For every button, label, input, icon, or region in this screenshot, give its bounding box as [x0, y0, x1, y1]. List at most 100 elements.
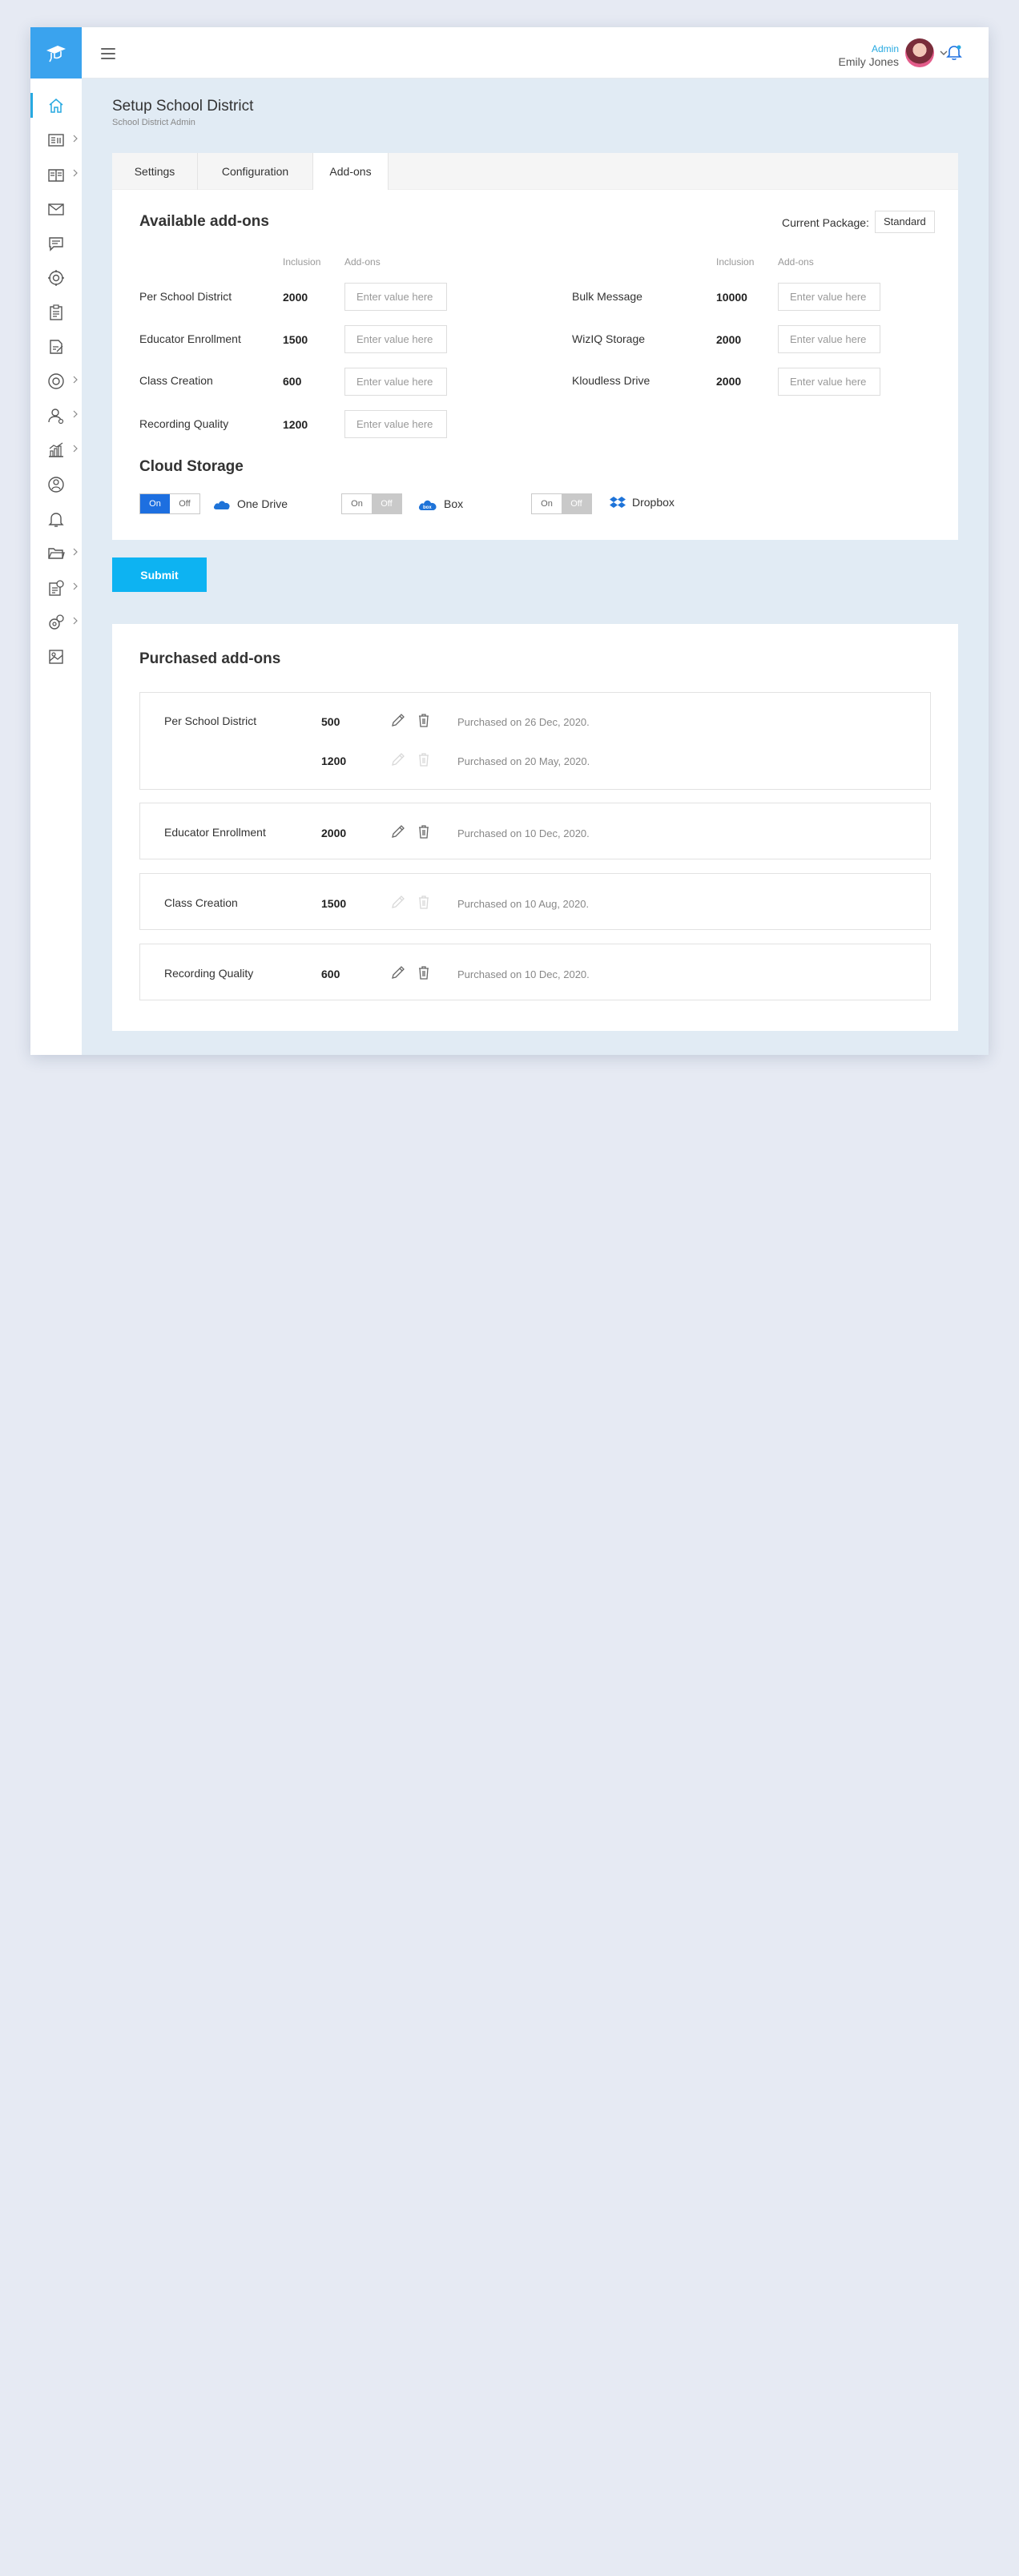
- addon-inclusion: 1500: [283, 333, 308, 346]
- addon-label: Kloudless Drive: [572, 374, 650, 387]
- purchased-date: Purchased on 10 Dec, 2020.: [457, 968, 590, 980]
- purchased-date: Purchased on 20 May, 2020.: [457, 755, 590, 767]
- addon-inclusion: 10000: [716, 291, 747, 304]
- chat-icon: [49, 236, 63, 252]
- addon-input-recording-quality[interactable]: [344, 410, 447, 438]
- purchased-date: Purchased on 26 Dec, 2020.: [457, 716, 590, 728]
- delete-icon: [419, 896, 429, 909]
- toggle-off: Off: [179, 499, 191, 509]
- sidebar-item-analytics[interactable]: [30, 433, 82, 467]
- addon-input-bulk-message[interactable]: [778, 283, 880, 311]
- sidebar-item-users[interactable]: [30, 398, 82, 433]
- settings-icon: [48, 269, 64, 286]
- purchased-date: Purchased on 10 Aug, 2020.: [457, 898, 590, 910]
- addon-label: Class Creation: [139, 374, 213, 387]
- addon-inclusion: 2000: [283, 291, 308, 304]
- tab-add-ons[interactable]: Add-ons: [313, 153, 389, 190]
- sidebar-item-courses[interactable]: [30, 123, 82, 157]
- sidebar-item-home[interactable]: [30, 88, 82, 123]
- dropbox-toggle[interactable]: On Off: [531, 493, 592, 514]
- current-package-select[interactable]: Standard: [875, 211, 935, 233]
- purchased-label: Per School District: [164, 714, 257, 727]
- delete-icon[interactable]: [416, 964, 432, 980]
- addon-inclusion: 2000: [716, 333, 742, 346]
- inclusion-header: Inclusion: [716, 256, 755, 268]
- notification-icon: [48, 512, 64, 527]
- toggle-off: Off: [372, 494, 401, 513]
- chevron-right-icon: [73, 548, 78, 556]
- sidebar-item-reports[interactable]: [30, 570, 82, 605]
- config-icon: [49, 614, 64, 630]
- inclusion-header: Inclusion: [283, 256, 321, 268]
- avatar[interactable]: [905, 38, 934, 67]
- addons-header: Add-ons: [778, 256, 814, 268]
- cloud-storage-title: Cloud Storage: [139, 458, 244, 475]
- purchased-value: 500: [321, 715, 340, 728]
- home-icon: [49, 98, 63, 113]
- box-toggle[interactable]: On Off: [341, 493, 402, 514]
- chevron-right-icon: [73, 169, 78, 177]
- user-name: Emily Jones: [838, 55, 899, 68]
- tab-configuration[interactable]: Configuration: [198, 153, 313, 190]
- submit-button[interactable]: Submit: [112, 557, 207, 592]
- addon-inclusion: 2000: [716, 375, 742, 388]
- sidebar-item-support[interactable]: [30, 467, 82, 501]
- edit-icon[interactable]: [390, 712, 406, 728]
- brand-logo[interactable]: [30, 27, 82, 78]
- report-icon: [49, 579, 64, 596]
- edit-icon[interactable]: [390, 823, 406, 839]
- sidebar-item-assignment[interactable]: [30, 329, 82, 364]
- sidebar-item-gallery[interactable]: [30, 639, 82, 674]
- addon-input-per-school-district[interactable]: [344, 283, 447, 311]
- chevron-right-icon: [73, 135, 78, 143]
- clipboard-icon: [50, 304, 62, 320]
- delete-icon[interactable]: [416, 823, 432, 839]
- addon-input-educator-enrollment[interactable]: [344, 325, 447, 353]
- sidebar-item-books[interactable]: [30, 157, 82, 191]
- purchased-value: 2000: [321, 827, 347, 839]
- sidebar-item-lifebuoy[interactable]: [30, 364, 82, 398]
- sidebar-item-mail[interactable]: [30, 191, 82, 226]
- user-icon: [48, 408, 64, 424]
- addon-input-wiziq-storage[interactable]: [778, 325, 880, 353]
- addon-inclusion: 600: [283, 375, 302, 388]
- sidebar-item-config[interactable]: [30, 605, 82, 639]
- hamburger-menu-icon[interactable]: [101, 48, 115, 59]
- purchased-value: 1500: [321, 897, 347, 910]
- chevron-right-icon: [73, 582, 78, 590]
- onedrive-toggle[interactable]: On Off: [139, 493, 200, 514]
- tab-settings[interactable]: Settings: [112, 153, 198, 190]
- box-icon: box: [418, 500, 437, 510]
- dropbox-label: Dropbox: [632, 496, 675, 509]
- purchased-card: Purchased add-ons Per School District 50…: [112, 624, 958, 1031]
- purchased-addons-title: Purchased add-ons: [139, 650, 281, 667]
- addon-label: Recording Quality: [139, 417, 229, 430]
- sidebar: [30, 78, 82, 1055]
- edit-icon[interactable]: [390, 964, 406, 980]
- courses-icon: [48, 133, 64, 147]
- sidebar-item-folders[interactable]: [30, 536, 82, 570]
- assignment-icon: [50, 339, 63, 354]
- analytics-icon: [49, 442, 63, 457]
- bell-icon[interactable]: [945, 43, 963, 61]
- toggle-on: On: [351, 499, 363, 509]
- delete-icon: [419, 753, 429, 767]
- chevron-right-icon: [73, 617, 78, 625]
- addons-card: Settings Configuration Add-ons Available…: [112, 153, 958, 540]
- sidebar-item-notifications[interactable]: [30, 501, 82, 536]
- mail-icon: [48, 203, 64, 215]
- user-info[interactable]: Admin Emily Jones: [839, 43, 899, 69]
- sidebar-item-clipboard[interactable]: [30, 295, 82, 329]
- box-label: Box: [444, 497, 464, 510]
- onedrive-label: One Drive: [237, 497, 288, 510]
- current-package-label: Current Package:: [782, 216, 869, 229]
- addon-input-class-creation[interactable]: [344, 368, 447, 396]
- sidebar-item-settings[interactable]: [30, 260, 82, 295]
- edit-icon: [392, 896, 405, 908]
- folder-icon: [48, 547, 65, 559]
- sidebar-item-chat[interactable]: [30, 226, 82, 260]
- onedrive-icon: [213, 501, 230, 509]
- addon-label: Bulk Message: [572, 290, 642, 303]
- addon-input-kloudless-drive[interactable]: [778, 368, 880, 396]
- delete-icon[interactable]: [416, 712, 432, 728]
